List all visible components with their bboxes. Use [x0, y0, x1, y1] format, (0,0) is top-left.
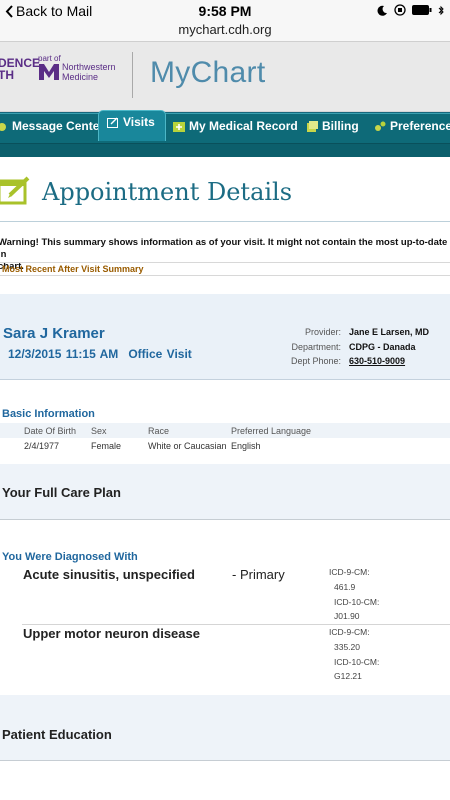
- moon-icon: [377, 5, 387, 16]
- northwestern-medicine-label: Northwestern Medicine: [62, 62, 116, 82]
- patient-education-title: Patient Education: [2, 727, 112, 742]
- department-name: CDPG - Danada: [349, 341, 416, 352]
- divider: [0, 275, 450, 276]
- billing-icon: [307, 120, 318, 132]
- tab-preferences[interactable]: Preferences: [374, 119, 450, 133]
- most-recent-avs-link[interactable]: Most Recent After Visit Summary: [2, 264, 144, 274]
- basic-info-table: Date Of Birth Sex Race Preferred Languag…: [0, 423, 450, 454]
- calendar-edit-icon: [107, 117, 118, 128]
- page-title: Appointment Details: [42, 178, 293, 206]
- care-plan-title: Your Full Care Plan: [2, 485, 121, 500]
- part-of-label: part of: [38, 54, 61, 63]
- plus-folder-icon: [173, 121, 185, 132]
- tab-billing[interactable]: Billing: [306, 119, 359, 133]
- gear-icon: [375, 121, 386, 131]
- nav-strip: [0, 144, 450, 157]
- dept-phone-link[interactable]: 630-510-9009: [349, 354, 429, 369]
- provider-name: Jane E Larsen, MD: [349, 327, 430, 337]
- mychart-logo[interactable]: MyChart: [150, 56, 265, 90]
- diagnoses-heading: You Were Diagnosed With: [2, 551, 138, 563]
- battery-icon: [412, 5, 432, 15]
- url-bar[interactable]: mychart.cdh.org: [0, 22, 450, 37]
- visit-type: Office Visit: [128, 347, 192, 361]
- visit-datetime: 12/3/2015 11:15 AM: [8, 347, 119, 361]
- patient-name: Sara J Kramer: [3, 325, 105, 342]
- northwestern-logo-icon: [39, 64, 59, 80]
- provider-labels: Provider: Department: Dept Phone:: [290, 327, 341, 366]
- tab-visits[interactable]: Visits: [98, 110, 166, 141]
- diagnosis-name: Upper motor neuron disease: [23, 626, 200, 641]
- divider: [22, 624, 450, 625]
- table-row: 2/4/1977 Female White or Caucasian Engli…: [24, 441, 261, 451]
- appointment-calendar-icon: [0, 176, 30, 205]
- bluetooth-icon: [438, 5, 444, 15]
- status-icons: [377, 4, 444, 16]
- tab-my-medical-record[interactable]: My Medical Record: [173, 119, 298, 133]
- table-header: Date Of Birth Sex Race Preferred Languag…: [0, 423, 450, 438]
- envelope-icon: [0, 122, 6, 131]
- divider: [0, 262, 450, 263]
- orientation-lock-icon: [394, 4, 406, 16]
- tab-message-center[interactable]: Message Center: [0, 119, 104, 133]
- site-header: DENCE TH part of Northwestern Medicine M…: [0, 42, 450, 112]
- diagnosis-codes: ICD-9-CM: 461.9 ICD-10-CM: J01.90: [329, 567, 380, 622]
- browser-status-bar: Back to Mail 9:58 PM mychart.cdh.org: [0, 0, 450, 42]
- title-divider: [0, 221, 450, 222]
- diagnosis-name: Acute sinusitis, unspecified: [23, 567, 195, 582]
- logo-divider: [132, 52, 133, 98]
- basic-information-heading: Basic Information: [2, 408, 95, 420]
- visit-datetime-type: 12/3/2015 11:15 AM Office Visit: [8, 347, 192, 361]
- provider-values: Jane E Larsen, MD CDPG - Danada 630-510-…: [349, 325, 429, 369]
- diagnosis-codes: ICD-9-CM: 335.20 ICD-10-CM: G12.21: [329, 627, 380, 682]
- hospital-logo-text: DENCE TH: [0, 56, 41, 82]
- primary-label: - Primary: [232, 567, 285, 582]
